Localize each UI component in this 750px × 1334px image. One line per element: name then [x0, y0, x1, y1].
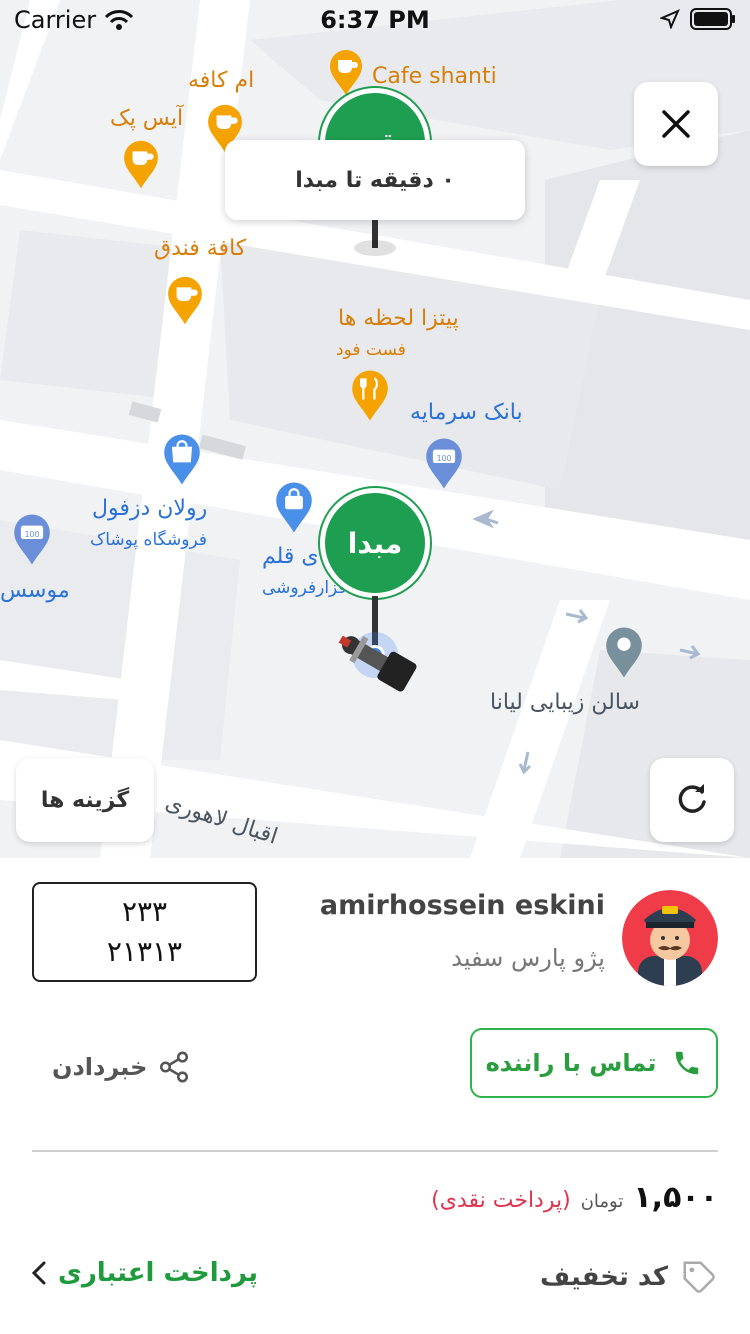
options-button[interactable]: گزینه ها — [16, 758, 154, 842]
price-row: ۱,۵۰۰ تومان (پرداخت نقدی) — [431, 1180, 718, 1215]
poi-label-bank: بانک سرمایه — [410, 400, 523, 425]
fare-amount: ۱,۵۰۰ — [633, 1180, 718, 1215]
map-view[interactable]: Cafe shanti ام کافه آیس پک کافة فندق پیت… — [0, 0, 750, 858]
motorbike-icon — [332, 628, 428, 702]
call-driver-label: تماس با راننده — [485, 1049, 657, 1077]
marker-shadow — [354, 240, 396, 256]
bank-pin-icon[interactable]: 100 — [424, 436, 464, 490]
share-icon — [160, 1051, 189, 1083]
shopping-pin-icon[interactable] — [162, 432, 202, 486]
credit-payment-label: پرداخت اعتباری — [58, 1258, 258, 1288]
place-pin-icon[interactable] — [604, 624, 644, 680]
eta-tooltip: ۰ دقیقه تا مبدا — [225, 140, 525, 220]
tag-icon — [683, 1261, 715, 1293]
refresh-button[interactable] — [650, 758, 734, 842]
close-button[interactable] — [634, 82, 718, 166]
currency-unit: تومان — [580, 1191, 624, 1212]
driver-name: amirhossein eskini — [319, 890, 605, 921]
cafe-pin-icon[interactable] — [328, 48, 364, 96]
location-arrow-icon — [660, 9, 680, 29]
bank-pin-icon[interactable]: 100 — [12, 512, 52, 566]
plate-top: ۲۳۳ — [121, 895, 168, 928]
driver-avatar — [622, 890, 718, 986]
divider — [32, 1150, 718, 1152]
origin-marker[interactable]: مبدا — [320, 488, 430, 598]
discount-code-label: کد تخفیف — [540, 1262, 668, 1292]
poi-label-cafe-shanti: Cafe shanti — [372, 64, 497, 89]
battery-icon — [690, 8, 735, 30]
credit-payment-button[interactable]: پرداخت اعتباری — [30, 1258, 258, 1288]
svg-text:100: 100 — [25, 530, 40, 539]
share-label: خبردادن — [52, 1053, 148, 1081]
poi-label-pizza: پیتزا لحظه ها — [338, 306, 459, 331]
phone-icon — [676, 1051, 699, 1075]
discount-code-button[interactable]: کد تخفیف — [540, 1258, 718, 1296]
call-driver-button[interactable]: تماس با راننده — [470, 1028, 718, 1098]
poi-sub-rolan: فروشگاه پوشاک — [90, 530, 207, 550]
svg-text:100: 100 — [437, 454, 452, 463]
options-button-label: گزینه ها — [40, 787, 130, 813]
poi-label-cafe-fandogh: کافة فندق — [154, 236, 247, 261]
close-icon — [662, 110, 690, 138]
poi-label-am-cafe: ام کافه — [188, 68, 255, 93]
poi-label-salon: سالن زیبایی لیانا — [490, 690, 640, 715]
origin-marker-label: مبدا — [347, 526, 403, 560]
license-plate: ۲۳۳ ۲۱۳۱۳ — [32, 882, 257, 982]
chevron-left-icon — [31, 1261, 46, 1285]
poi-label-rolan: رولان دزفول — [92, 496, 208, 521]
share-button[interactable]: خبردادن — [52, 1050, 191, 1084]
status-right — [660, 8, 736, 30]
refresh-icon — [678, 784, 706, 813]
payment-method: (پرداخت نقدی) — [431, 1188, 571, 1213]
status-bar: Carrier 6:37 PM — [0, 0, 750, 40]
poi-label-moasese: موسس — [0, 578, 70, 603]
status-time: 6:37 PM — [320, 6, 430, 34]
car-model: پژو پارس سفید — [451, 944, 605, 972]
poi-sub-pizza: فست فود — [336, 340, 406, 360]
poi-label-ice-pack: آیس پک — [110, 106, 184, 131]
plate-bottom: ۲۱۳۱۳ — [106, 935, 183, 968]
cafe-pin-icon[interactable] — [166, 274, 204, 326]
restaurant-pin-icon[interactable] — [350, 368, 390, 422]
shopping-pin-icon[interactable] — [274, 480, 314, 534]
trip-details-sheet: ۲۳۳ ۲۱۳۱۳ amirhossein eskini پژو پارس سف… — [0, 858, 750, 1334]
cafe-pin-icon[interactable] — [122, 138, 160, 190]
